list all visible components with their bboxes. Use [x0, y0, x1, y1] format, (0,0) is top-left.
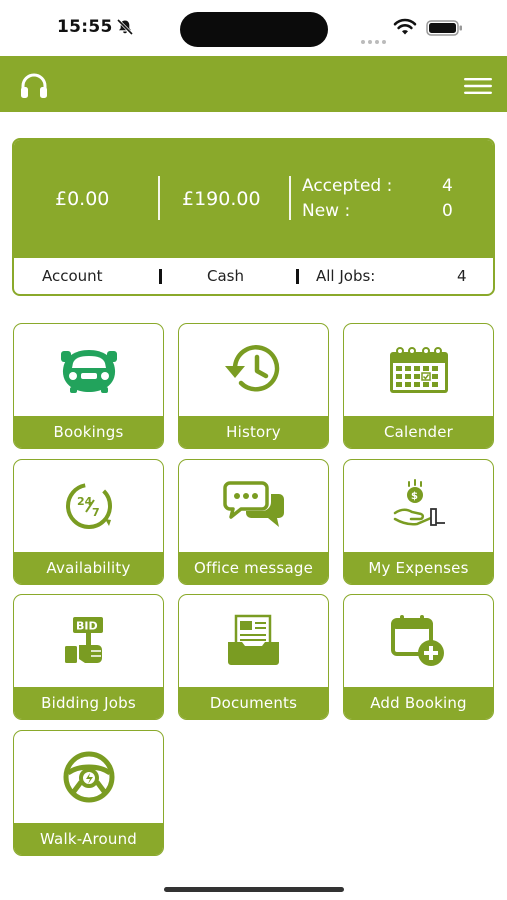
divider — [159, 269, 162, 284]
svg-text:BID: BID — [76, 620, 98, 633]
summary-labels-row: Account Cash All Jobs: 4 — [14, 258, 493, 294]
steering-wheel-icon — [14, 731, 163, 823]
bidding-jobs-tile[interactable]: BID Bidding Jobs — [13, 594, 164, 720]
bell-slash-icon — [116, 18, 134, 39]
tile-label: Calender — [344, 416, 493, 448]
accepted-label: Accepted : — [302, 176, 393, 196]
chat-bubbles-icon — [179, 460, 328, 552]
availability-24-7-icon: 24 7 — [14, 460, 163, 552]
add-booking-tile[interactable]: Add Booking — [343, 594, 494, 720]
accepted-value: 4 — [442, 176, 453, 196]
app-header — [0, 56, 507, 112]
tile-label: Documents — [179, 687, 328, 719]
cash-amount: £190.00 — [182, 188, 261, 210]
cash-label: Cash — [207, 267, 244, 285]
tile-label: Bidding Jobs — [14, 687, 163, 719]
bookings-tile[interactable]: Bookings — [13, 323, 164, 449]
battery-icon — [426, 20, 464, 40]
tile-label: Walk-Around — [14, 823, 163, 855]
tile-label: Availability — [14, 552, 163, 584]
documents-folder-icon — [179, 595, 328, 687]
divider — [158, 176, 160, 220]
car-front-icon — [14, 324, 163, 416]
tile-label: Bookings — [14, 416, 163, 448]
my-expenses-tile[interactable]: $ My Expenses — [343, 459, 494, 585]
status-bar: 15:55 — [0, 0, 507, 56]
all-jobs-value: 4 — [457, 267, 467, 285]
divider — [296, 269, 299, 284]
wifi-icon — [393, 18, 417, 40]
home-indicator[interactable] — [164, 887, 344, 892]
tile-label: My Expenses — [344, 552, 493, 584]
bid-sign-icon: BID — [14, 595, 163, 687]
signal-icon — [360, 30, 388, 49]
calender-tile[interactable]: Calender — [343, 323, 494, 449]
summary-amounts-panel: £0.00 £190.00 Accepted : 4 New : 0 — [14, 140, 493, 258]
status-time: 15:55 — [57, 17, 113, 37]
tile-label: Office message — [179, 552, 328, 584]
svg-text:7: 7 — [92, 506, 100, 519]
headset-icon[interactable] — [19, 72, 49, 104]
calendar-icon — [344, 324, 493, 416]
expenses-hand-coin-icon: $ — [344, 460, 493, 552]
availability-tile[interactable]: 24 7 Availability — [13, 459, 164, 585]
all-jobs-label: All Jobs: — [316, 267, 376, 285]
account-amount: £0.00 — [55, 188, 110, 210]
history-tile[interactable]: History — [178, 323, 329, 449]
documents-tile[interactable]: Documents — [178, 594, 329, 720]
svg-text:$: $ — [411, 491, 418, 502]
dynamic-island — [180, 12, 328, 47]
walk-around-tile[interactable]: Walk-Around — [13, 730, 164, 856]
earnings-summary-card: £0.00 £190.00 Accepted : 4 New : 0 Accou… — [12, 138, 495, 296]
calendar-add-icon — [344, 595, 493, 687]
new-value: 0 — [442, 201, 453, 221]
tile-label: History — [179, 416, 328, 448]
tile-label: Add Booking — [344, 687, 493, 719]
account-label: Account — [42, 267, 103, 285]
history-clock-icon — [179, 324, 328, 416]
divider — [289, 176, 291, 220]
office-message-tile[interactable]: Office message — [178, 459, 329, 585]
new-label: New : — [302, 201, 351, 221]
hamburger-menu-icon[interactable] — [464, 76, 492, 100]
